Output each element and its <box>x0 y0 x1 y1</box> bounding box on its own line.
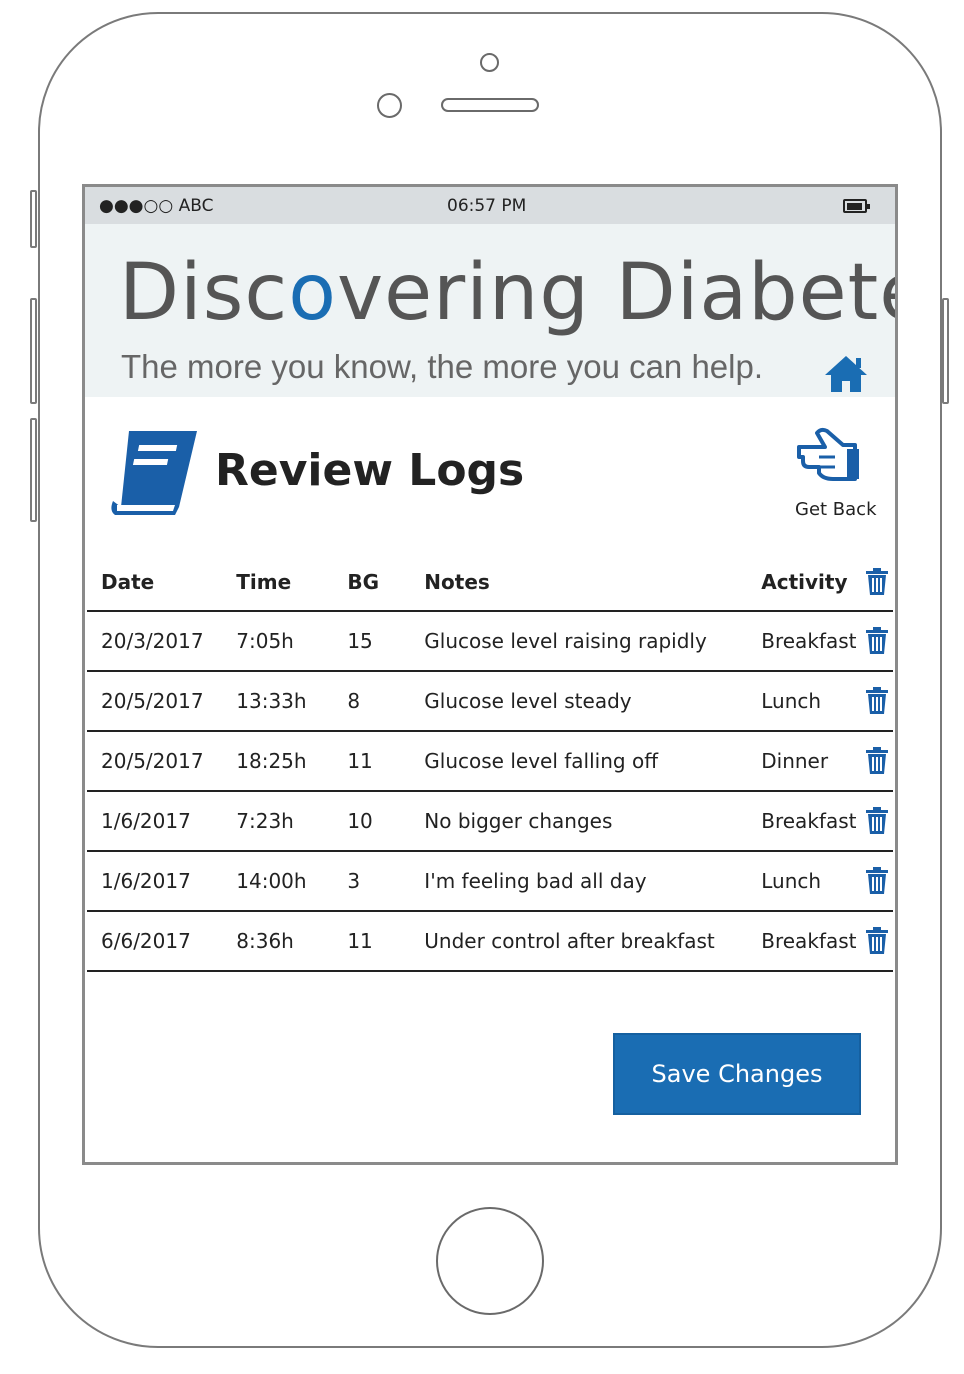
cell-activity: Breakfast <box>761 791 866 852</box>
app-title: Discovering Diabetes <box>119 248 895 338</box>
trash-icon[interactable] <box>865 687 889 715</box>
delete-row-cell <box>865 611 893 672</box>
cell-bg: 10 <box>347 791 425 852</box>
cell-time: 14:00h <box>236 851 348 912</box>
cell-time: 7:23h <box>236 791 348 852</box>
cell-time: 18:25h <box>236 731 348 792</box>
front-camera <box>480 53 499 72</box>
delete-row-cell <box>865 671 893 732</box>
cell-date: 20/5/2017 <box>87 671 237 732</box>
earpiece-speaker <box>441 98 539 112</box>
cell-activity: Breakfast <box>761 911 866 972</box>
table-header-row: Date Time BG Notes Activity <box>87 554 893 612</box>
column-header-time: Time <box>236 554 348 612</box>
proximity-sensor <box>377 93 402 118</box>
cell-notes: Under control after breakfast <box>424 911 762 972</box>
cell-bg: 11 <box>347 731 425 792</box>
column-header-notes: Notes <box>424 554 762 612</box>
delete-row-cell <box>865 851 893 912</box>
cell-activity: Lunch <box>761 851 866 912</box>
cell-notes: No bigger changes <box>424 791 762 852</box>
status-time: 06:57 PM <box>447 196 527 216</box>
save-changes-button[interactable]: Save Changes <box>613 1033 861 1115</box>
cell-bg: 11 <box>347 911 425 972</box>
app-tagline: The more you know, the more you can help… <box>121 348 764 385</box>
delete-row-cell <box>865 911 893 972</box>
cell-notes: Glucose level steady <box>424 671 762 732</box>
table-row[interactable]: 1/6/2017 14:00h 3 I'm feeling bad all day Lu… <box>87 851 893 912</box>
trash-icon[interactable] <box>865 927 889 955</box>
carrier-signal: ●●●○○ ABC <box>99 196 214 216</box>
delete-row-cell <box>865 731 893 792</box>
cell-notes: Glucose level raising rapidly <box>424 611 762 672</box>
app-title-part: vering Diabetes <box>337 248 895 338</box>
cell-date: 20/3/2017 <box>87 611 237 672</box>
trash-icon[interactable] <box>865 747 889 775</box>
column-header-date: Date <box>87 554 237 612</box>
app-banner: Discovering Diabetes The more you know, … <box>85 224 895 397</box>
side-button-power <box>942 298 949 404</box>
cell-notes: I'm feeling bad all day <box>424 851 762 912</box>
cell-time: 7:05h <box>236 611 348 672</box>
get-back-label: Get Back <box>795 499 877 520</box>
column-header-bg: BG <box>347 554 425 612</box>
pointing-hand-icon <box>797 427 859 481</box>
battery-icon <box>843 199 870 213</box>
delete-row-cell <box>865 791 893 852</box>
cell-notes: Glucose level falling off <box>424 731 762 792</box>
cell-activity: Dinner <box>761 731 866 792</box>
home-button[interactable] <box>436 1207 544 1315</box>
cell-bg: 3 <box>347 851 425 912</box>
cell-date: 1/6/2017 <box>87 851 237 912</box>
get-back-button[interactable]: Get Back <box>785 427 895 527</box>
table-row[interactable]: 6/6/2017 8:36h 11 Under control after break… <box>87 911 893 972</box>
app-title-part: Disc <box>119 248 289 338</box>
book-icon <box>111 431 197 515</box>
cell-bg: 15 <box>347 611 425 672</box>
cell-time: 8:36h <box>236 911 348 972</box>
page-title: Review Logs <box>215 445 525 496</box>
cell-activity: Breakfast <box>761 611 866 672</box>
app-title-accent-letter: o <box>288 248 337 338</box>
page-header: Review Logs Get Back <box>85 397 895 537</box>
home-icon[interactable] <box>823 354 869 394</box>
cell-bg: 8 <box>347 671 425 732</box>
trash-icon[interactable] <box>865 867 889 895</box>
logs-table: Date Time BG Notes Activity 20/3/2017 7:0… <box>87 554 893 972</box>
trash-icon[interactable] <box>865 627 889 655</box>
cell-activity: Lunch <box>761 671 866 732</box>
side-button-volume-down <box>30 418 37 522</box>
cell-time: 13:33h <box>236 671 348 732</box>
side-button-volume-up <box>30 298 37 404</box>
table-row[interactable]: 20/5/2017 13:33h 8 Glucose level steady Lunc… <box>87 671 893 732</box>
app-screen: ●●●○○ ABC 06:57 PM Discovering Diabetes … <box>82 184 898 1165</box>
trash-icon[interactable] <box>865 568 889 596</box>
cell-date: 1/6/2017 <box>87 791 237 852</box>
delete-all-cell <box>865 554 893 612</box>
table-row[interactable]: 1/6/2017 7:23h 10 No bigger changes Breakfas… <box>87 791 893 852</box>
status-bar: ●●●○○ ABC 06:57 PM <box>85 187 895 224</box>
table-row[interactable]: 20/3/2017 7:05h 15 Glucose level raising ra… <box>87 611 893 672</box>
cell-date: 6/6/2017 <box>87 911 237 972</box>
side-button-mute <box>30 190 37 248</box>
table-row[interactable]: 20/5/2017 18:25h 11 Glucose level falling o… <box>87 731 893 792</box>
trash-icon[interactable] <box>865 807 889 835</box>
cell-date: 20/5/2017 <box>87 731 237 792</box>
column-header-activity: Activity <box>761 554 866 612</box>
